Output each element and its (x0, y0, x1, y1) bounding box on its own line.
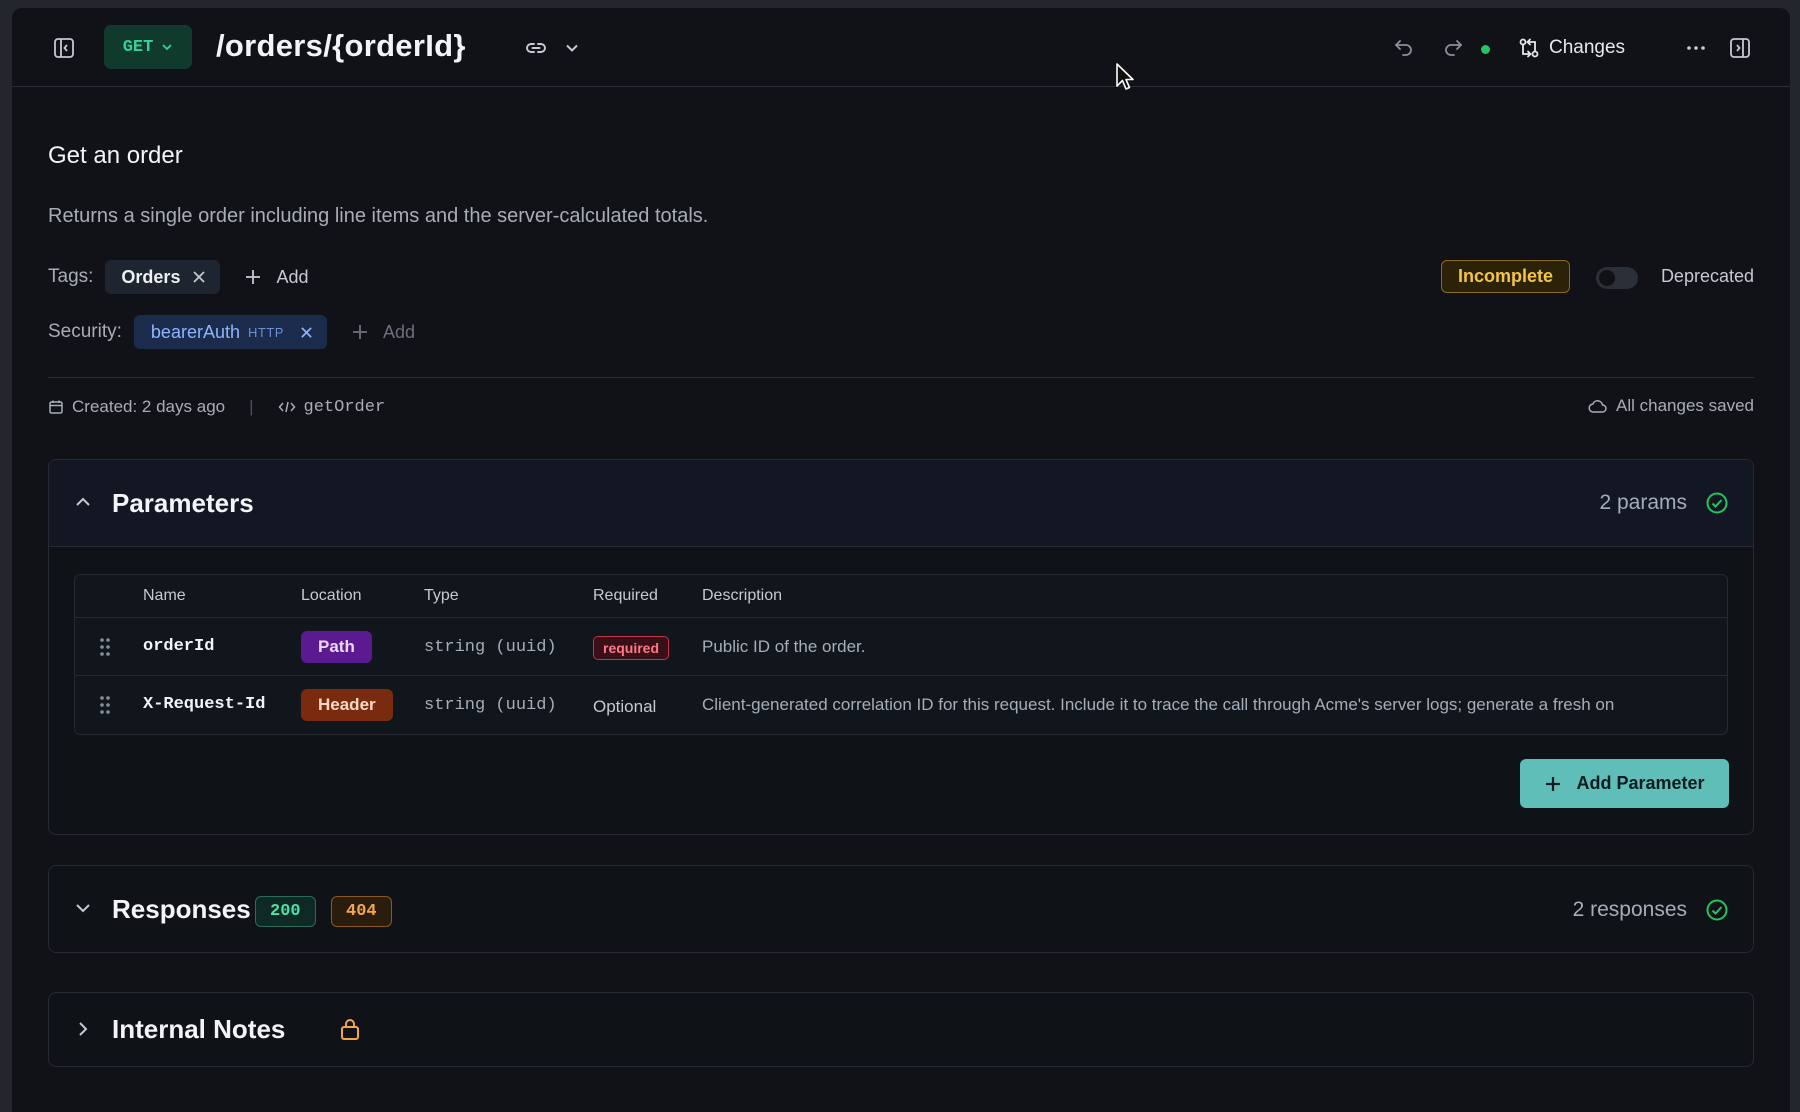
method-label: GET (122, 37, 154, 57)
add-security-button[interactable]: Add (351, 322, 415, 343)
code-icon (278, 401, 296, 413)
sidebar-right-icon[interactable] (1728, 36, 1752, 60)
check-circle-icon (1706, 899, 1728, 920)
method-selector[interactable]: GET (104, 25, 192, 69)
lock-icon (341, 1019, 359, 1040)
internal-notes-header[interactable]: Internal Notes (49, 993, 1753, 1066)
sidebar-left-icon[interactable] (52, 36, 76, 60)
param-location-badge[interactable]: Path (301, 631, 372, 663)
parameters-table: Name Location Type Required Description … (74, 574, 1728, 735)
param-type[interactable]: string (uuid) (424, 638, 557, 657)
parameters-panel: Parameters 2 params Name Location Type R… (48, 459, 1754, 835)
undo-icon[interactable] (1392, 36, 1416, 60)
status-badge: Incomplete (1440, 260, 1570, 293)
security-row: Security: bearerAuth HTTP Add (48, 314, 415, 350)
parameters-header[interactable]: Parameters 2 params (49, 460, 1753, 547)
plus-icon (352, 325, 367, 339)
response-code-badge[interactable]: 404 (331, 896, 392, 927)
meta-separator: | (249, 397, 254, 416)
param-name[interactable]: orderId (143, 637, 214, 656)
tag-chip-orders[interactable]: Orders (105, 260, 221, 294)
save-status-label: All changes saved (1616, 396, 1754, 415)
column-header-location: Location (301, 587, 362, 604)
tag-label: Orders (121, 266, 181, 287)
cloud-icon (1588, 400, 1607, 413)
drag-handle-icon[interactable] (99, 695, 111, 715)
divider (48, 377, 1754, 378)
close-icon[interactable] (192, 270, 206, 284)
tags-row: Tags: Orders Add Incomplete Deprecated (48, 259, 1754, 295)
tags-label: Tags: (48, 266, 94, 287)
operation-description[interactable]: Returns a single order including line it… (48, 205, 708, 228)
responses-title: Responses (112, 894, 251, 924)
param-name[interactable]: X-Request-Id (143, 695, 265, 714)
column-header-description: Description (702, 587, 783, 604)
param-description[interactable]: Public ID of the order. (702, 637, 865, 657)
security-scheme-type: HTTP (247, 324, 284, 340)
add-parameter-label: Add Parameter (1576, 773, 1705, 793)
save-status: All changes saved (1588, 396, 1754, 416)
close-icon[interactable] (300, 326, 313, 339)
link-icon[interactable] (522, 34, 550, 62)
column-header-name: Name (143, 587, 186, 604)
responses-count: 2 responses (1572, 897, 1687, 921)
security-scheme-chip[interactable]: bearerAuth HTTP (133, 315, 327, 349)
table-row[interactable]: X-Request-Id Header string (uuid) Option… (75, 676, 1727, 734)
internal-notes-panel: Internal Notes (48, 992, 1754, 1067)
param-required-badge[interactable]: required (593, 636, 670, 660)
operation-id[interactable]: getOrder (304, 398, 386, 417)
response-code-badge[interactable]: 200 (255, 896, 316, 927)
add-parameter-button[interactable]: Add Parameter (1520, 759, 1729, 808)
add-security-label: Add (382, 321, 415, 342)
chevron-down-icon (162, 44, 172, 51)
drag-handle-icon[interactable] (99, 637, 111, 657)
endpoint-path[interactable]: /orders/{orderId} (216, 28, 466, 64)
parameters-title: Parameters (112, 487, 254, 518)
chevron-down-icon[interactable] (73, 898, 93, 918)
meta-row: Created: 2 days ago | getOrder All chang… (48, 396, 1754, 418)
param-required-text[interactable]: Optional (593, 697, 656, 717)
more-horizontal-icon[interactable] (1684, 36, 1708, 60)
created-date: Created: 2 days ago (72, 397, 226, 416)
calendar-icon (49, 400, 63, 414)
responses-panel: Responses 200 404 2 responses (48, 865, 1754, 953)
add-tag-label: Add (276, 266, 309, 287)
check-circle-icon (1706, 492, 1728, 514)
deprecated-label: Deprecated (1660, 266, 1754, 286)
plus-icon (1546, 776, 1561, 791)
internal-notes-title: Internal Notes (112, 1014, 286, 1044)
add-tag-button[interactable]: Add (244, 267, 308, 288)
responses-header[interactable]: Responses 200 404 2 responses (49, 866, 1753, 953)
path-menu-chevron-icon[interactable] (560, 36, 584, 60)
connection-status-dot (1481, 45, 1490, 54)
changes-label: Changes (1549, 37, 1626, 58)
column-header-required: Required (593, 587, 658, 604)
app-window: GET /orders/{orderId} Changes Get an ord… (12, 8, 1790, 1112)
column-header-type: Type (424, 587, 459, 604)
param-location-badge[interactable]: Header (301, 689, 393, 721)
param-type[interactable]: string (uuid) (424, 696, 557, 715)
chevron-right-icon[interactable] (73, 1019, 93, 1039)
chevron-up-icon[interactable] (73, 492, 93, 512)
git-compare-icon (1519, 38, 1539, 58)
deprecated-toggle[interactable] (1596, 267, 1638, 289)
operation-summary[interactable]: Get an order (48, 142, 183, 170)
redo-icon[interactable] (1441, 36, 1465, 60)
mouse-cursor-icon (1116, 63, 1134, 90)
param-description[interactable]: Client-generated correlation ID for this… (702, 695, 1614, 715)
table-row[interactable]: orderId Path string (uuid) required Publ… (75, 618, 1727, 676)
toggle-knob (1599, 270, 1615, 286)
security-label: Security: (48, 321, 122, 342)
changes-button[interactable]: Changes (1518, 34, 1625, 62)
security-scheme-name: bearerAuth (150, 321, 240, 342)
plus-icon (246, 270, 261, 284)
parameters-count: 2 params (1599, 491, 1687, 514)
table-header: Name Location Type Required Description (75, 575, 1727, 618)
top-bar: GET /orders/{orderId} Changes (12, 8, 1790, 87)
